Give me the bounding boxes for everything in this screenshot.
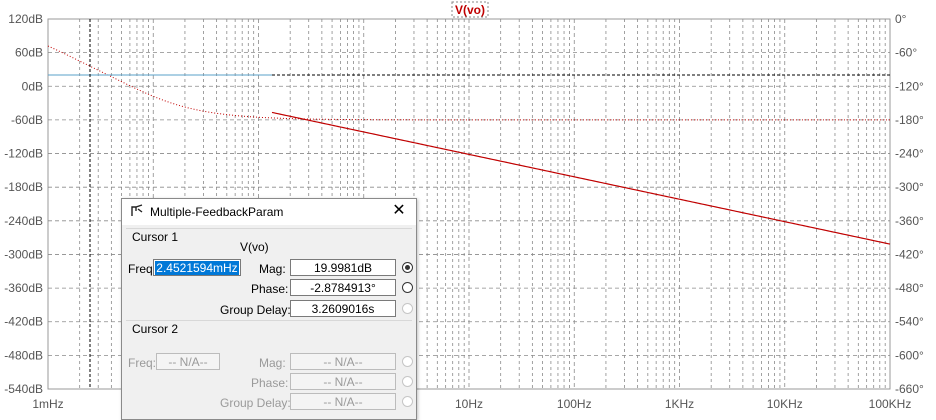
magnitude-tick-label: -180dB xyxy=(4,180,43,194)
freq-label: Freq: xyxy=(128,262,157,276)
mag-field[interactable]: 19.9981dB xyxy=(290,259,396,276)
cursor-dialog: Multiple-FeedbackParam ✕ Cursor 1 V(vo) … xyxy=(121,198,417,420)
phase-tick-label: -60° xyxy=(895,46,917,60)
cursor1-label: Cursor 1 xyxy=(132,230,179,244)
magnitude-tick-label: -240dB xyxy=(4,214,43,228)
magnitude-tick-label: -360dB xyxy=(4,281,43,295)
mag-radio[interactable] xyxy=(402,262,413,273)
phase-tick-label: -300° xyxy=(895,180,924,194)
cursor2-freq-field[interactable]: -- N/A-- xyxy=(156,353,220,370)
magnitude-tick-label: 60dB xyxy=(15,46,43,60)
cursor-probe-icon xyxy=(131,204,143,216)
cursor2-mag-radio[interactable] xyxy=(402,356,413,367)
magnitude-tick-label: -480dB xyxy=(4,348,43,362)
phase-tick-label: -420° xyxy=(895,247,924,261)
magnitude-tick-label: -540dB xyxy=(4,382,43,396)
phase-tick-label: -120° xyxy=(895,79,924,93)
frequency-tick-label: 1KHz xyxy=(665,397,694,411)
magnitude-tick-label: -420dB xyxy=(4,315,43,329)
phase-tick-label: -540° xyxy=(895,315,924,329)
group-delay-label: Group Delay: xyxy=(220,303,291,317)
magnitude-axis-labels: 120dB 60dB 0dB -60dB -120dB -180dB -240dB -300d… xyxy=(4,12,43,396)
cursor2-mag-label: Mag: xyxy=(259,356,286,370)
cursor2-mag-field[interactable]: -- N/A-- xyxy=(290,353,396,370)
magnitude-tick-label: -300dB xyxy=(4,247,43,261)
cursor2-group-delay-field[interactable]: -- N/A-- xyxy=(290,393,396,410)
magnitude-tick-label: 0dB xyxy=(22,79,43,93)
close-icon[interactable]: ✕ xyxy=(390,202,408,220)
phase-axis-labels: 0° -60° -120° -180° -240° -300° -360° -420° -480… xyxy=(895,12,924,396)
cursor2-group-delay-label: Group Delay: xyxy=(220,396,291,410)
phase-tick-label: -180° xyxy=(895,113,924,127)
cursor1-trace-name: V(vo) xyxy=(240,240,269,254)
cursor2-label: Cursor 2 xyxy=(132,322,179,336)
cursor2-group-delay-radio[interactable] xyxy=(402,396,413,407)
phase-tick-label: -660° xyxy=(895,382,924,396)
frequency-tick-label: 100Hz xyxy=(557,397,592,411)
phase-tick-label: -240° xyxy=(895,147,924,161)
phase-tick-label: 0° xyxy=(895,12,907,26)
cursor2-phase-radio[interactable] xyxy=(402,376,413,387)
mag-label: Mag: xyxy=(259,262,286,276)
dialog-titlebar[interactable]: Multiple-FeedbackParam ✕ xyxy=(122,199,416,225)
magnitude-tick-label: -60dB xyxy=(11,113,43,127)
phase-field[interactable]: -2.8784913° xyxy=(290,279,396,296)
magnitude-tick-label: -120dB xyxy=(4,147,43,161)
freq-field[interactable]: 2.4521594mHz xyxy=(153,259,241,276)
dialog-title: Multiple-FeedbackParam xyxy=(150,205,284,219)
frequency-tick-label: 10Hz xyxy=(455,397,483,411)
phase-tick-label: -600° xyxy=(895,348,924,362)
phase-radio[interactable] xyxy=(402,282,413,293)
frequency-tick-label: 1mHz xyxy=(32,397,63,411)
frequency-tick-label: 100KHz xyxy=(869,397,912,411)
group-delay-field[interactable]: 3.2609016s xyxy=(290,300,396,317)
phase-label: Phase: xyxy=(251,282,289,296)
frequency-tick-label: 10KHz xyxy=(767,397,803,411)
trace-title[interactable]: V(vo) xyxy=(455,3,485,17)
magnitude-tick-label: 120dB xyxy=(8,12,43,26)
cursor2-freq-label: Freq: xyxy=(128,356,157,370)
cursor2-phase-field[interactable]: -- N/A-- xyxy=(290,373,396,390)
phase-tick-label: -480° xyxy=(895,281,924,295)
group-delay-radio[interactable] xyxy=(402,303,413,314)
phase-tick-label: -360° xyxy=(895,214,924,228)
cursor2-phase-label: Phase: xyxy=(251,376,289,390)
